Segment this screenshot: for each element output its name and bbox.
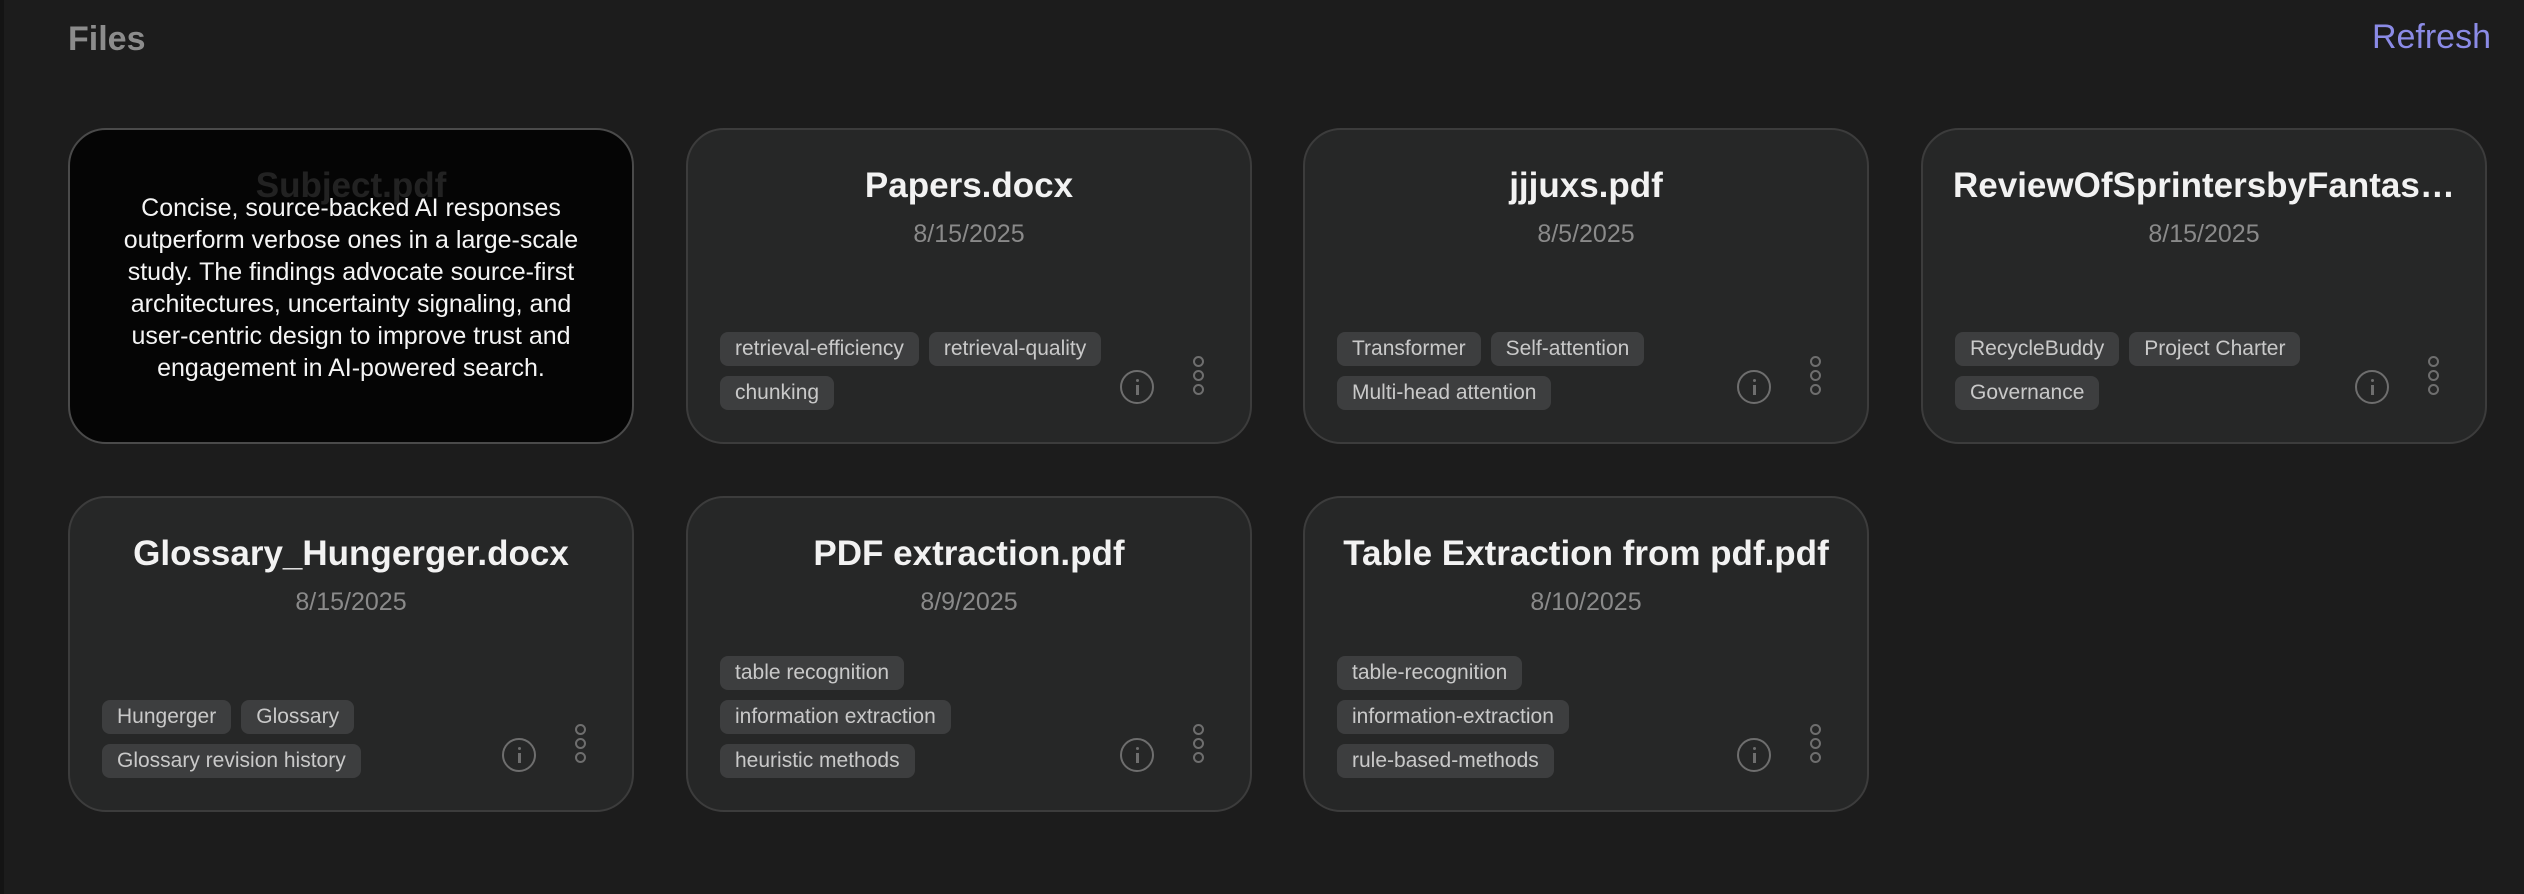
file-title: Glossary_Hungerger.docx [133, 534, 569, 573]
tag: Governance [1955, 376, 2100, 410]
files-header: Files Refresh [68, 18, 2491, 68]
page-title: Files [68, 20, 146, 58]
tag: Glossary revision history [102, 744, 361, 778]
tag: Glossary [241, 700, 355, 734]
info-icon[interactable] [1737, 370, 1771, 404]
tag: Transformer [1337, 332, 1481, 366]
file-card[interactable]: Subject.pdf Concise, source-backed AI re… [68, 128, 634, 444]
tag-list: retrieval-efficiency retrieval-quality c… [720, 332, 1110, 410]
file-date: 8/10/2025 [1530, 588, 1642, 616]
refresh-button[interactable]: Refresh [2372, 18, 2491, 57]
file-date: 8/15/2025 [2148, 220, 2260, 248]
file-summary: Concise, source-backed AI responses outp… [123, 194, 579, 382]
tag: information extraction [720, 700, 951, 734]
info-icon[interactable] [1120, 370, 1154, 404]
file-card[interactable]: ReviewOfSprintersbyFantastic.pdf 8/15/20… [1921, 128, 2487, 444]
tag: information-extraction [1337, 700, 1569, 734]
file-title: Papers.docx [864, 166, 1074, 205]
file-date: 8/15/2025 [295, 588, 407, 616]
file-title: PDF extraction.pdf [813, 534, 1125, 573]
more-vertical-icon[interactable] [1192, 724, 1204, 764]
info-icon[interactable] [1120, 738, 1154, 772]
tag: RecycleBuddy [1955, 332, 2120, 366]
more-vertical-icon[interactable] [1809, 724, 1821, 764]
tag-list: Transformer Self-attention Multi-head at… [1337, 332, 1727, 410]
tag: table recognition [720, 656, 905, 690]
more-vertical-icon[interactable] [2427, 356, 2439, 396]
file-date: 8/9/2025 [920, 588, 1018, 616]
tag: Multi-head attention [1337, 376, 1552, 410]
more-vertical-icon[interactable] [574, 724, 586, 764]
file-card[interactable]: jjjuxs.pdf 8/5/2025 Transformer Self-att… [1303, 128, 1869, 444]
tag: table-recognition [1337, 656, 1523, 690]
info-icon[interactable] [1737, 738, 1771, 772]
tag: retrieval-efficiency [720, 332, 919, 366]
file-card[interactable]: PDF extraction.pdf 8/9/2025 table recogn… [686, 496, 1252, 812]
file-card[interactable]: Papers.docx 8/15/2025 retrieval-efficien… [686, 128, 1252, 444]
file-card[interactable]: Glossary_Hungerger.docx 8/15/2025 Hunger… [68, 496, 634, 812]
tag: chunking [720, 376, 835, 410]
tag: rule-based-methods [1337, 744, 1554, 778]
file-title: ReviewOfSprintersbyFantastic.pdf [1953, 166, 2455, 205]
more-vertical-icon[interactable] [1809, 356, 1821, 396]
window-edge [0, 0, 4, 894]
tag-list: Hungerger Glossary Glossary revision his… [102, 700, 492, 778]
file-title: Table Extraction from pdf.pdf [1343, 534, 1829, 573]
tag: heuristic methods [720, 744, 915, 778]
file-date: 8/5/2025 [1537, 220, 1635, 248]
info-icon[interactable] [2355, 370, 2389, 404]
more-vertical-icon[interactable] [1192, 356, 1204, 396]
tag: Self-attention [1490, 332, 1645, 366]
file-date: 8/15/2025 [913, 220, 1025, 248]
tag-list: table-recognition information-extraction… [1337, 656, 1727, 778]
tag: retrieval-quality [928, 332, 1102, 366]
tag: Project Charter [2129, 332, 2301, 366]
tag-list: table recognition information extraction… [720, 656, 1110, 778]
file-card[interactable]: Table Extraction from pdf.pdf 8/10/2025 … [1303, 496, 1869, 812]
info-icon[interactable] [502, 738, 536, 772]
file-title: jjjuxs.pdf [1509, 166, 1663, 205]
tag: Hungerger [102, 700, 232, 734]
tag-list: RecycleBuddy Project Charter Governance [1955, 332, 2345, 410]
